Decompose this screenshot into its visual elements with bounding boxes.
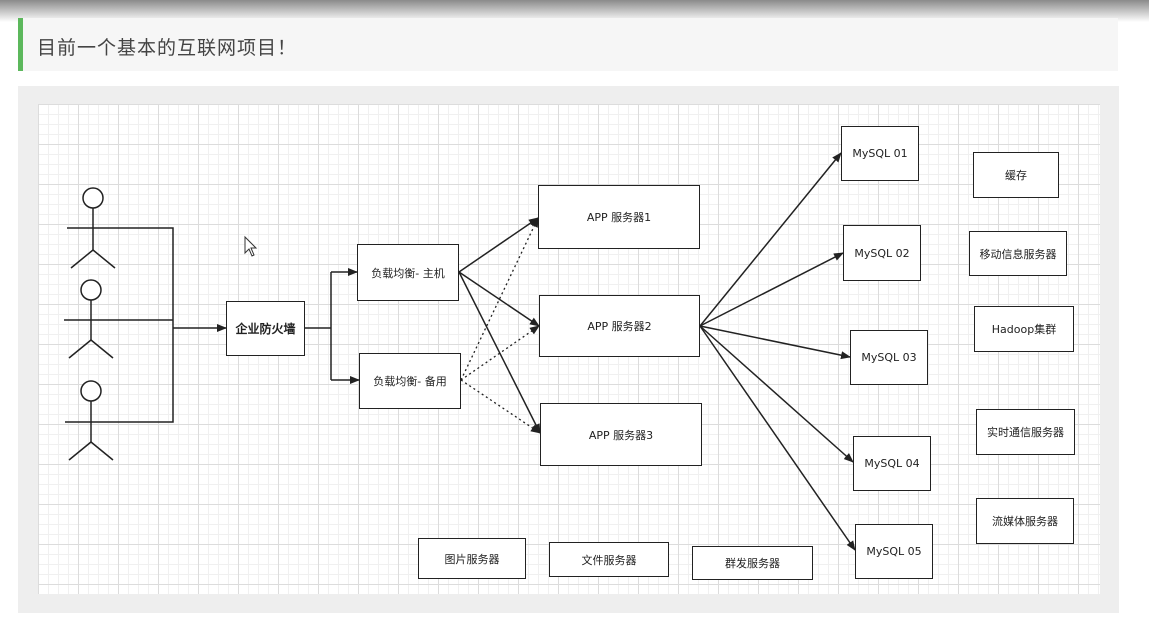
mysql-05-label: MySQL 05	[866, 545, 922, 558]
lb-primary-label: 负载均衡- 主机	[371, 266, 445, 280]
app-server-3-box: APP 服务器3	[540, 403, 702, 466]
mass-mail-server-box: 群发服务器	[692, 546, 813, 580]
app-server-2-label: APP 服务器2	[587, 320, 652, 333]
lb-primary-box: 负载均衡- 主机	[357, 244, 459, 301]
mysql-03-label: MySQL 03	[861, 351, 917, 364]
lb-backup-box: 负载均衡- 备用	[359, 353, 461, 409]
mysql-04-box: MySQL 04	[853, 436, 931, 491]
image-server-box: 图片服务器	[418, 538, 526, 579]
mysql-04-label: MySQL 04	[864, 457, 920, 470]
realtime-comm-server-label: 实时通信服务器	[987, 426, 1064, 439]
mobile-message-server-box: 移动信息服务器	[969, 231, 1067, 276]
firewall-label: 企业防火墙	[235, 322, 296, 336]
lb-backup-label: 负载均衡- 备用	[373, 375, 447, 388]
streaming-media-server-box: 流媒体服务器	[976, 498, 1074, 544]
app-server-1-label: APP 服务器1	[586, 211, 652, 224]
mysql-05-box: MySQL 05	[855, 524, 933, 579]
hadoop-cluster-label: Hadoop集群	[991, 323, 1057, 336]
cache-label: 缓存	[1005, 169, 1027, 182]
mysql-03-box: MySQL 03	[850, 330, 928, 385]
streaming-media-server-label: 流媒体服务器	[992, 515, 1058, 528]
mobile-message-server-label: 移动信息服务器	[979, 247, 1057, 261]
mysql-02-label: MySQL 02	[854, 246, 910, 260]
file-server-box: 文件服务器	[549, 542, 669, 577]
app-server-2-box: APP 服务器2	[539, 295, 700, 357]
realtime-comm-server-box: 实时通信服务器	[976, 409, 1075, 455]
app-server-3-label: APP 服务器3	[588, 428, 654, 442]
image-server-label: 图片服务器	[444, 552, 500, 566]
file-server-label: 文件服务器	[581, 553, 637, 567]
mysql-01-label: MySQL 01	[852, 147, 908, 160]
mysql-01-box: MySQL 01	[841, 126, 919, 181]
mass-mail-server-label: 群发服务器	[725, 557, 780, 570]
mysql-02-box: MySQL 02	[843, 225, 921, 281]
firewall-box: 企业防火墙	[226, 301, 305, 356]
cache-box: 缓存	[973, 152, 1059, 198]
app-server-1-box: APP 服务器1	[538, 185, 700, 249]
hadoop-cluster-box: Hadoop集群	[974, 306, 1074, 352]
